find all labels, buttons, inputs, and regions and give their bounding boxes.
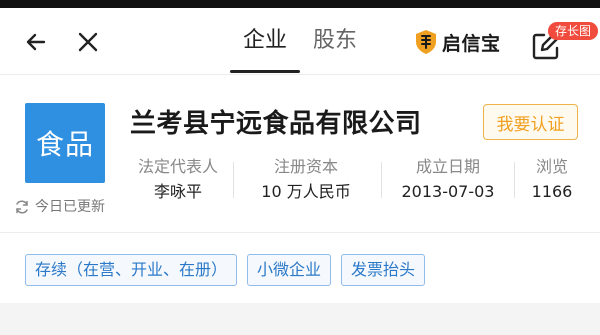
tag-list: 存续（在营、开业、在册） 小微企业 发票抬头	[25, 254, 435, 286]
update-status-text: 今日已更新	[35, 199, 105, 215]
company-logo: 食品	[25, 103, 105, 183]
info-value: 李咏平	[153, 182, 202, 201]
info-value: 1166	[531, 182, 573, 201]
certify-button[interactable]: 我要认证	[483, 104, 578, 140]
update-status[interactable]: 今日已更新	[14, 197, 105, 217]
save-image-badge[interactable]: 存长图	[548, 22, 599, 40]
info-value: 2013-07-03	[401, 182, 495, 201]
info-label: 注册资本	[273, 157, 338, 176]
company-logo-text: 食品	[35, 128, 94, 161]
info-registered-capital: 注册资本 10 万人民币	[246, 156, 366, 203]
status-bar	[0, 0, 600, 8]
tag-operating-status[interactable]: 存续（在营、开业、在册）	[25, 254, 238, 286]
info-label: 成立日期	[415, 157, 480, 176]
close-button[interactable]	[72, 26, 104, 58]
refresh-icon	[16, 200, 28, 214]
active-tab-indicator	[230, 70, 300, 73]
brand-name: 启信宝	[442, 32, 501, 55]
info-separator	[233, 162, 234, 198]
back-button[interactable]	[20, 26, 52, 58]
info-establish-date: 成立日期 2013-07-03	[392, 156, 504, 203]
divider	[0, 74, 600, 75]
navigation-bar: 企业 股东 启信宝 存长图	[0, 8, 600, 74]
tab-shareholders[interactable]: 股东	[313, 26, 357, 56]
brand-logo: 启信宝	[414, 28, 501, 56]
info-value: 10 万人民币	[261, 182, 351, 201]
tab-company[interactable]: 企业	[243, 26, 287, 56]
arrow-left-icon	[26, 33, 46, 51]
qixinbao-logo-icon	[416, 30, 436, 54]
info-label: 法定代表人	[137, 157, 218, 176]
info-views: 浏览 1166	[524, 156, 580, 203]
info-legal-representative[interactable]: 法定代表人 李咏平	[128, 156, 228, 203]
tag-small-micro[interactable]: 小微企业	[247, 254, 332, 286]
info-separator	[381, 162, 382, 198]
section-gap	[0, 303, 600, 335]
company-name: 兰考县宁远食品有限公司	[130, 109, 422, 139]
tag-invoice-title[interactable]: 发票抬头	[341, 254, 426, 286]
info-separator	[514, 162, 515, 198]
close-icon	[78, 32, 98, 52]
divider	[0, 232, 600, 233]
info-label: 浏览	[535, 157, 568, 176]
